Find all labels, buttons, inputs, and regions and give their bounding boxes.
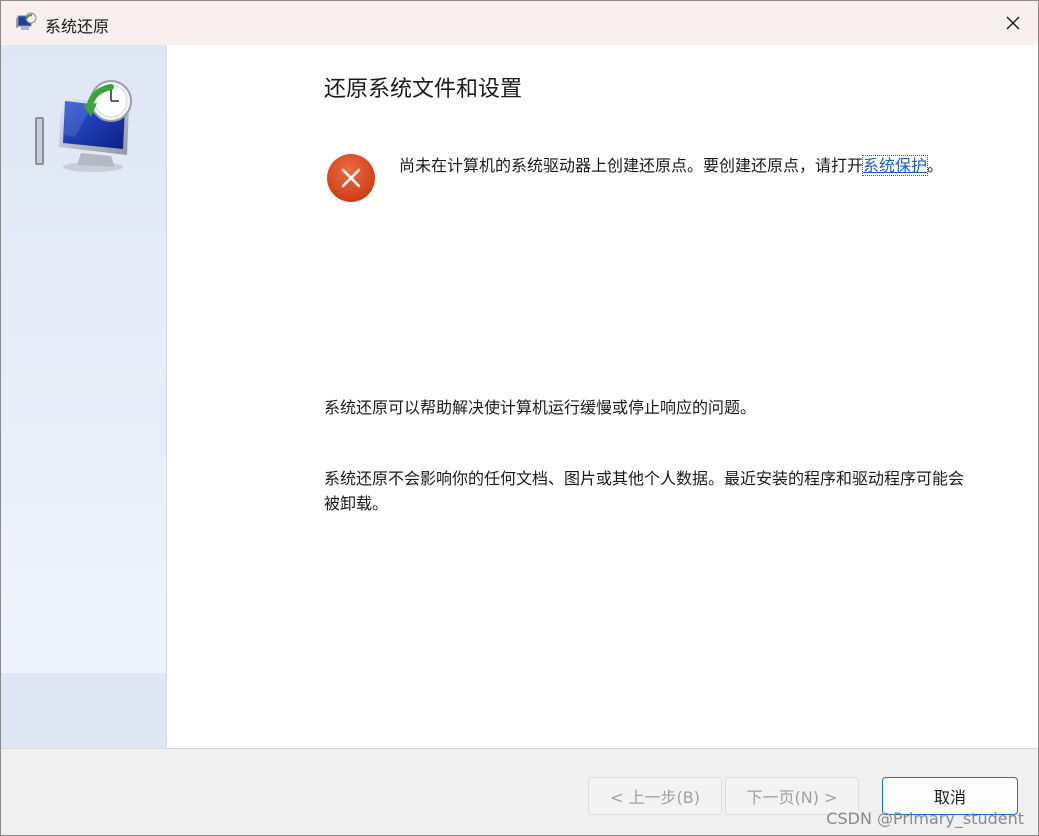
window-title: 系统还原 <box>45 17 110 36</box>
error-message-text: 尚未在计算机的系统驱动器上创建还原点。要创建还原点，请打开 <box>399 156 864 175</box>
wizard-sidebar <box>1 45 167 748</box>
description-paragraph-2: 系统还原不会影响你的任何文档、图片或其他个人数据。最近安装的程序和驱动程序可能会… <box>324 469 965 513</box>
error-message-suffix: 。 <box>927 156 944 175</box>
back-button[interactable]: < 上一步(B) <box>588 777 722 815</box>
system-restore-icon <box>16 12 37 30</box>
title-bar: 系统还原 <box>1 1 1038 45</box>
description-paragraph-1: 系统还原可以帮助解决使计算机运行缓慢或停止响应的问题。 <box>324 398 757 417</box>
error-message: 尚未在计算机的系统驱动器上创建还原点。要创建还原点，请打开系统保护。 <box>399 153 959 178</box>
wizard-content: 还原系统文件和设置 尚未在计算机的系统驱动器上创建还原点。要创建还原点，请打开系… <box>167 45 1038 748</box>
system-protection-link[interactable]: 系统保护 <box>862 155 929 176</box>
monitor-clock-icon <box>35 80 132 172</box>
page-title: 还原系统文件和设置 <box>324 77 523 102</box>
sidebar-footer <box>1 673 166 748</box>
watermark: CSDN @Primary_student <box>826 809 1024 828</box>
system-restore-window: 系统还原 还原系统文件和设置 尚未在计算机的系统驱动器上创建还原点。要创建还原点… <box>0 0 1039 836</box>
button-bar: < 上一步(B) 下一页(N) > 取消 CSDN @Primary_stude… <box>1 748 1038 835</box>
error-icon <box>327 154 375 202</box>
close-icon <box>1006 16 1020 30</box>
close-button[interactable] <box>988 1 1038 45</box>
